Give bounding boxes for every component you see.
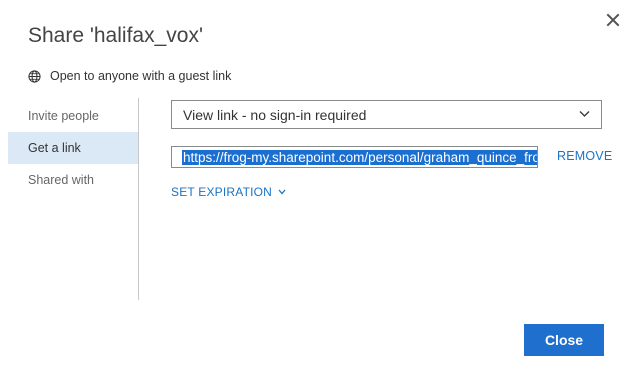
close-icon[interactable] (603, 10, 623, 30)
dialog-title: Share 'halifax_vox' (28, 24, 203, 47)
remove-link-button[interactable]: REMOVE (557, 149, 612, 163)
link-url-field[interactable]: https://frog-my.sharepoint.com/personal/… (171, 146, 538, 168)
set-expiration-button[interactable]: SET EXPIRATION (171, 185, 286, 199)
nav-item-get-a-link[interactable]: Get a link (8, 132, 138, 164)
sharing-status-text: Open to anyone with a guest link (50, 69, 232, 83)
close-button[interactable]: Close (524, 324, 604, 356)
share-nav: Invite people Get a link Shared with (8, 100, 138, 196)
chevron-down-icon (579, 111, 590, 117)
sharing-status: Open to anyone with a guest link (28, 66, 231, 86)
link-url-text: https://frog-my.sharepoint.com/personal/… (182, 150, 537, 165)
chevron-down-icon (278, 189, 286, 195)
nav-item-invite-people[interactable]: Invite people (8, 100, 138, 132)
link-type-selected: View link - no sign-in required (183, 106, 367, 123)
nav-divider (138, 98, 139, 300)
link-type-dropdown[interactable]: View link - no sign-in required (171, 100, 602, 129)
globe-icon (28, 69, 41, 83)
set-expiration-label: SET EXPIRATION (171, 185, 273, 199)
nav-item-shared-with[interactable]: Shared with (8, 164, 138, 196)
